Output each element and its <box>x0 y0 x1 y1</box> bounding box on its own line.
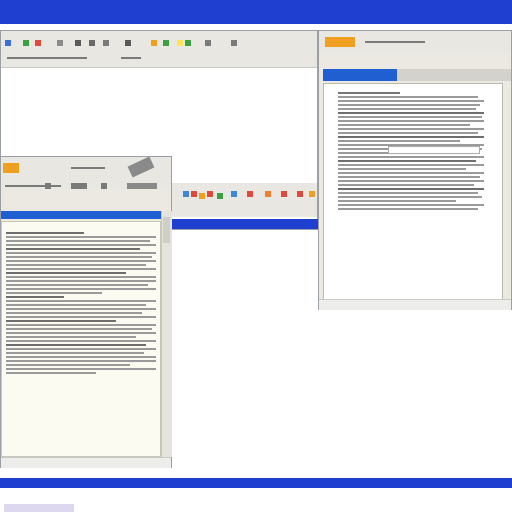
toolbar-icon[interactable] <box>183 191 189 197</box>
toolbar-icon[interactable] <box>5 40 11 46</box>
toolbar-icon[interactable] <box>231 40 237 46</box>
window-right-toolbar <box>319 31 511 53</box>
toolbar-icon[interactable] <box>151 40 157 46</box>
toolbar-icon[interactable] <box>57 40 63 46</box>
toolbar-icon[interactable] <box>35 40 41 46</box>
toolbar-icon[interactable] <box>101 183 107 189</box>
address-bar[interactable] <box>121 57 141 59</box>
window-left-document[interactable] <box>0 156 172 468</box>
window-right-tab[interactable] <box>323 69 397 81</box>
app-icon[interactable] <box>325 37 355 47</box>
window-left-statusbar <box>1 457 171 468</box>
toolbar-icon[interactable] <box>265 191 271 197</box>
vertical-scrollbar[interactable] <box>161 211 172 457</box>
bottom-taskbar <box>0 478 512 488</box>
scroll-thumb-icon[interactable] <box>163 217 170 243</box>
bottom-strip <box>0 488 512 512</box>
selected-text-highlight <box>388 146 480 154</box>
toolbar-label <box>71 167 105 169</box>
window-bottom-border <box>169 219 319 229</box>
toolbar-icon[interactable] <box>191 191 197 197</box>
toolbar-icon[interactable] <box>23 40 29 46</box>
toolbar-icon[interactable] <box>127 183 157 189</box>
address-bar[interactable] <box>365 41 425 43</box>
bottom-left-chip[interactable] <box>4 504 74 512</box>
top-taskbar <box>0 0 512 24</box>
window-right[interactable] <box>318 30 512 310</box>
toolbar-icon[interactable] <box>71 183 87 189</box>
app-icon[interactable] <box>3 163 19 173</box>
window-toolbar <box>1 31 317 67</box>
toolbar-row <box>5 185 61 187</box>
document-page <box>1 221 161 457</box>
window-right-statusbar <box>319 299 511 310</box>
toolbar-icon[interactable] <box>125 40 131 46</box>
window-right-content <box>323 83 503 303</box>
toolbar-icon[interactable] <box>217 193 223 199</box>
toolbar-icon[interactable] <box>177 40 183 46</box>
toolbar-icon[interactable] <box>205 40 211 46</box>
toolbar-icon[interactable] <box>309 191 315 197</box>
window-bottom-toolbar <box>169 183 317 217</box>
toolbar-icon[interactable] <box>103 40 109 46</box>
toolbar-icon[interactable] <box>231 191 237 197</box>
toolbar-icon[interactable] <box>281 191 287 197</box>
window-close-icon[interactable] <box>127 156 155 178</box>
toolbar-icon[interactable] <box>89 40 95 46</box>
window-left-toolbar <box>1 156 171 189</box>
toolbar-icon[interactable] <box>207 191 213 197</box>
toolbar-icon[interactable] <box>297 191 303 197</box>
toolbar-icon[interactable] <box>45 183 51 189</box>
toolbar-icon[interactable] <box>185 40 191 46</box>
toolbar-icon[interactable] <box>199 193 205 199</box>
toolbar-icon[interactable] <box>75 40 81 46</box>
toolbar-icon[interactable] <box>163 40 169 46</box>
window-left-titlebar[interactable] <box>1 211 161 219</box>
toolbar-icon[interactable] <box>247 191 253 197</box>
address-bar[interactable] <box>7 57 87 59</box>
